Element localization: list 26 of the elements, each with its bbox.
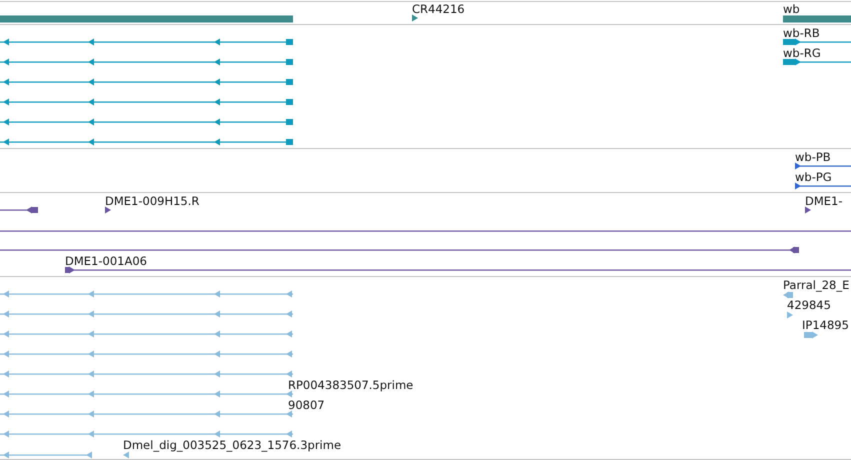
feature-label: wb xyxy=(783,2,800,16)
feature-label: RP004383507.5prime xyxy=(288,378,414,392)
feature-arrow xyxy=(123,452,129,458)
feature-label: Dmel_dig_003525_0623_1576.3prime xyxy=(123,438,342,452)
feature-label: CR44216 xyxy=(412,2,465,16)
feature-arrow xyxy=(105,206,111,214)
feature-label: wb-PG xyxy=(795,170,832,184)
gene-bar xyxy=(783,16,851,22)
feature-label: DME1- xyxy=(805,194,843,208)
feature-label: DME1-001A06 xyxy=(65,254,147,268)
feature-label: wb-RB xyxy=(783,26,820,40)
feature-label: DME1-009H15.R xyxy=(105,194,200,208)
feature-arrow xyxy=(787,312,793,318)
protein-glyph xyxy=(795,182,851,190)
feature-label: 429845 xyxy=(787,298,831,312)
feature-arrow xyxy=(804,332,818,338)
feature-label: wb-RG xyxy=(783,46,821,60)
feature-arrow xyxy=(412,14,418,22)
transcript-glyph xyxy=(783,58,851,66)
feature-arrow xyxy=(805,206,811,214)
transcript-glyph xyxy=(783,38,851,46)
feature-label: Parral_28_E xyxy=(783,278,850,292)
feature-arrow xyxy=(783,292,793,298)
feature-label: IP14895 xyxy=(802,318,849,332)
feature-label: 90807 xyxy=(288,398,325,412)
feature-label: wb-PB xyxy=(795,150,831,164)
